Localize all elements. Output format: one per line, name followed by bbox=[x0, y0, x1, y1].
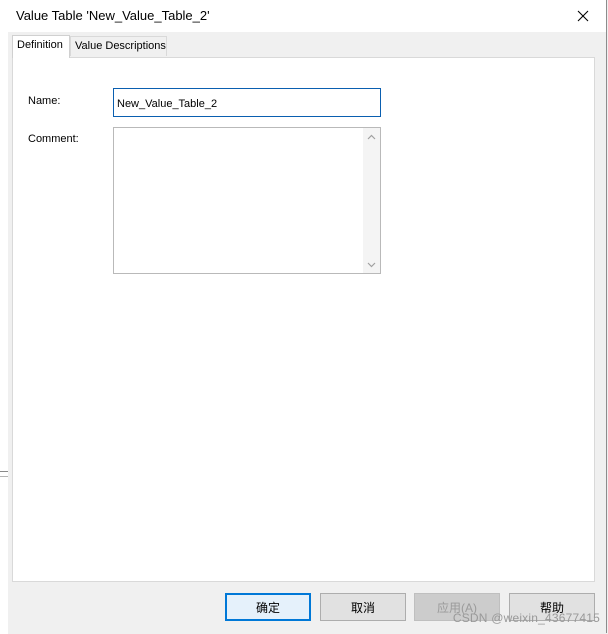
name-field[interactable] bbox=[113, 88, 381, 117]
chevron-down-icon bbox=[367, 262, 376, 267]
chevron-up-icon bbox=[367, 134, 376, 139]
name-label: Name: bbox=[28, 95, 61, 107]
ok-button[interactable]: 确定 bbox=[225, 593, 311, 621]
close-button[interactable] bbox=[560, 0, 606, 32]
dialog-window: Value Table 'New_Value_Table_2' Definiti… bbox=[8, 0, 607, 633]
comment-textarea[interactable] bbox=[114, 128, 363, 273]
scroll-up-arrow[interactable] bbox=[363, 128, 380, 145]
window-title: Value Table 'New_Value_Table_2' bbox=[16, 8, 210, 23]
close-icon bbox=[577, 10, 589, 22]
background-divider bbox=[0, 476, 8, 477]
comment-field[interactable] bbox=[113, 127, 381, 274]
tab-value-descriptions[interactable]: Value Descriptions bbox=[70, 36, 167, 56]
scroll-down-arrow[interactable] bbox=[363, 256, 380, 273]
definition-panel: Name: Comment: bbox=[12, 57, 595, 582]
background-divider bbox=[0, 471, 8, 472]
comment-label: Comment: bbox=[28, 133, 79, 145]
watermark-text: CSDN @weixin_43677415 bbox=[452, 611, 600, 625]
title-bar: Value Table 'New_Value_Table_2' bbox=[8, 0, 606, 32]
tab-definition[interactable]: Definition bbox=[12, 35, 70, 58]
background-window-edge bbox=[0, 0, 8, 634]
comment-scrollbar[interactable] bbox=[363, 128, 380, 273]
cancel-button[interactable]: 取消 bbox=[320, 593, 406, 621]
